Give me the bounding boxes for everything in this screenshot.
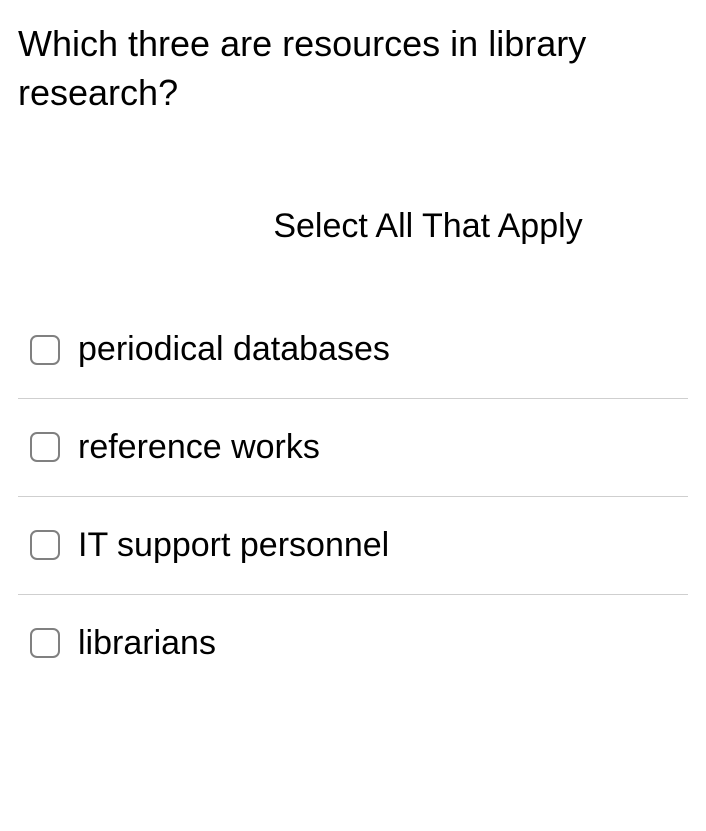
option-label: reference works bbox=[78, 427, 320, 468]
option-row[interactable]: periodical databases bbox=[18, 301, 688, 399]
option-label: librarians bbox=[78, 623, 216, 664]
instruction-text: Select All That Apply bbox=[18, 207, 688, 246]
options-list: periodical databases reference works IT … bbox=[18, 301, 688, 691]
option-row[interactable]: librarians bbox=[18, 595, 688, 692]
checkbox-icon[interactable] bbox=[30, 432, 60, 462]
checkbox-icon[interactable] bbox=[30, 335, 60, 365]
option-label: IT support personnel bbox=[78, 525, 389, 566]
option-row[interactable]: reference works bbox=[18, 399, 688, 497]
option-row[interactable]: IT support personnel bbox=[18, 497, 688, 595]
checkbox-icon[interactable] bbox=[30, 530, 60, 560]
question-text: Which three are resources in library res… bbox=[18, 20, 688, 117]
option-label: periodical databases bbox=[78, 329, 390, 370]
checkbox-icon[interactable] bbox=[30, 628, 60, 658]
